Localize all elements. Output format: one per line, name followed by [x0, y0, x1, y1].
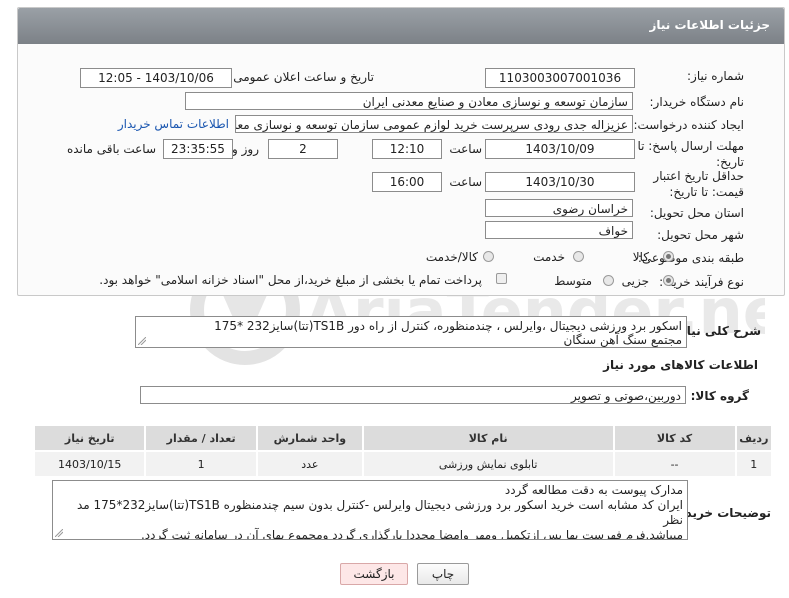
- province-field: خراسان رضوی: [485, 199, 633, 217]
- validity-date-field: 1403/10/30: [485, 172, 635, 192]
- category-goods-radio[interactable]: [663, 251, 674, 262]
- city-field: خواف: [485, 221, 633, 239]
- goods-group-label: گروه کالا:: [690, 389, 749, 403]
- goods-table: ردیف کد کالا نام کالا واحد شمارش تعداد /…: [32, 424, 774, 478]
- page-title: جزئیات اطلاعات نیاز: [649, 18, 770, 32]
- time-remaining-label: ساعت باقی مانده: [66, 142, 156, 156]
- category-both-label: کالا/خدمت: [425, 250, 478, 264]
- col-date: تاریخ نیاز: [32, 424, 147, 452]
- table-row: 1 -- تابلوی نمایش ورزشی عدد 1 1403/10/15: [32, 450, 774, 478]
- buyer-contact-link[interactable]: اطلاعات تماس خریدار: [118, 117, 229, 131]
- buyer-label: نام دستگاه خریدار:: [649, 95, 745, 109]
- row-qty: 1: [144, 450, 258, 478]
- province-label: استان محل تحویل:: [649, 206, 744, 220]
- print-button[interactable]: چاپ: [417, 563, 469, 585]
- goods-section-title: اطلاعات کالاهای مورد نیاز: [603, 358, 758, 372]
- row-index: 1: [734, 450, 774, 478]
- validity-time-label: ساعت: [449, 175, 482, 189]
- row-name: تابلوی نمایش ورزشی: [361, 450, 615, 478]
- category-goods-label: کالا: [632, 250, 649, 264]
- announce-datetime-field: 1403/10/06 - 12:05: [80, 68, 232, 88]
- description-label: شرح کلی نیاز:: [675, 324, 761, 338]
- resize-grip-icon[interactable]: [138, 337, 146, 345]
- col-qty: تعداد / مقدار: [144, 424, 258, 452]
- process-medium-radio[interactable]: [603, 275, 614, 286]
- process-minor-radio[interactable]: [663, 275, 674, 286]
- goods-table-header: ردیف کد کالا نام کالا واحد شمارش تعداد /…: [32, 424, 774, 452]
- treasury-payment-checkbox[interactable]: [496, 273, 507, 284]
- deadline-date-field: 1403/10/09: [485, 139, 635, 159]
- creator-label: ایجاد کننده درخواست:: [633, 118, 744, 132]
- deadline-time-label: ساعت: [449, 142, 482, 156]
- col-unit: واحد شمارش: [255, 424, 364, 452]
- goods-group-field: دوربین،صوتی و تصویر: [140, 386, 686, 404]
- buyer-notes-textarea[interactable]: مدارک پیوست به دقت مطالعه گردد ایران کد …: [52, 480, 688, 540]
- need-number-label: شماره نیاز:: [687, 69, 744, 83]
- description-line-2: مجتمع سنگ آهن سنگان: [563, 333, 682, 347]
- buyer-field: سازمان توسعه و نوسازی معادن و صنایع معدن…: [185, 92, 633, 110]
- days-label: روز و: [232, 142, 259, 156]
- category-service-radio[interactable]: [573, 251, 584, 262]
- category-both-radio[interactable]: [483, 251, 494, 262]
- back-button[interactable]: بازگشت: [340, 563, 408, 585]
- col-code: کد کالا: [612, 424, 737, 452]
- row-date: 1403/10/15: [32, 450, 147, 478]
- buyer-notes-line-2: ایران کد مشابه است خرید اسکور برد ورزشی …: [76, 498, 683, 527]
- process-minor-label: جزیی: [621, 274, 649, 288]
- resize-grip-icon[interactable]: [55, 529, 63, 537]
- need-number-field: 1103003007001036: [485, 68, 635, 88]
- treasury-payment-note: پرداخت تمام یا بخشی از مبلغ خرید،از محل …: [99, 273, 482, 287]
- buyer-notes-line-1: مدارک پیوست به دقت مطالعه گردد: [504, 483, 683, 497]
- description-line-1: اسکور برد ورزشی دیجیتال ،وایرلس ، چندمنظ…: [214, 319, 682, 333]
- creator-field: عزیزاله جدی رودی سرپرست خرید لوازم عمومی…: [235, 115, 633, 133]
- category-label: طبقه بندی موضوعی:: [637, 251, 744, 265]
- deadline-time-field: 12:10: [372, 139, 442, 159]
- row-code: --: [612, 450, 737, 478]
- buyer-notes-line-3: میباشد.فرم فهرست بها پس ازتکمیل ومهر وام…: [140, 528, 683, 540]
- process-medium-label: متوسط: [554, 274, 592, 288]
- col-name: نام کالا: [361, 424, 615, 452]
- days-remaining-field: 2: [268, 139, 338, 159]
- validity-label: حداقل تاریخ اعتبار قیمت: تا تاریخ:: [653, 169, 744, 199]
- deadline-label: مهلت ارسال پاسخ: تا تاریخ:: [637, 139, 744, 169]
- validity-time-field: 16:00: [372, 172, 442, 192]
- description-textarea[interactable]: اسکور برد ورزشی دیجیتال ،وایرلس ، چندمنظ…: [135, 316, 687, 348]
- announce-label: تاریخ و ساعت اعلان عمومی:: [229, 70, 374, 84]
- city-label: شهر محل تحویل:: [657, 228, 744, 242]
- col-row: ردیف: [734, 424, 774, 452]
- panel-header: جزئیات اطلاعات نیاز: [18, 8, 784, 44]
- time-remaining-field: 23:35:55: [163, 139, 233, 159]
- category-service-label: خدمت: [533, 250, 565, 264]
- row-unit: عدد: [255, 450, 364, 478]
